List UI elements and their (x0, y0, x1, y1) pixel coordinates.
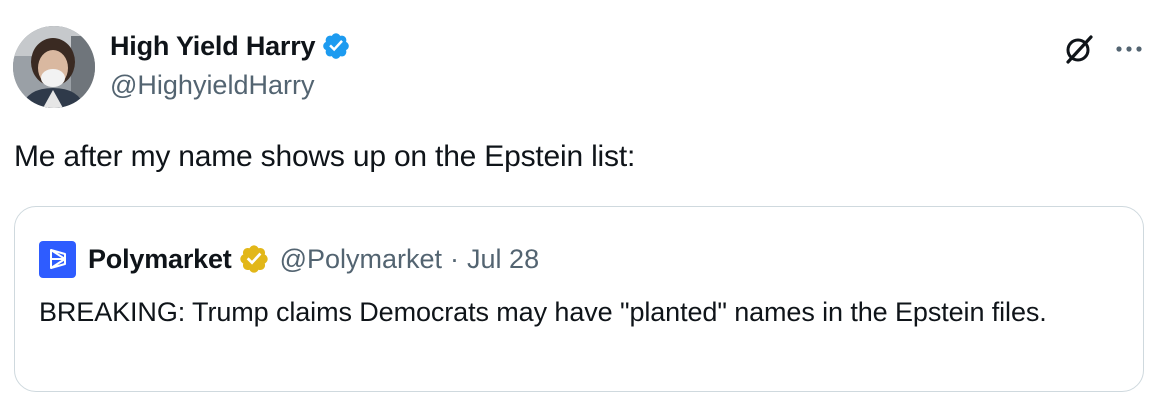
tweet-card: High Yield Harry @HighyieldHarry Me afte… (0, 0, 1166, 412)
quoted-display-name[interactable]: Polymarket (88, 244, 232, 275)
more-options-icon[interactable] (1114, 44, 1144, 54)
quoted-tweet-header: Polymarket @Polymarket · Jul 28 (39, 239, 539, 279)
gold-verified-badge-icon[interactable] (238, 243, 270, 275)
tweet-text: Me after my name shows up on the Epstein… (14, 140, 636, 173)
author-handle[interactable]: @HighyieldHarry (110, 70, 351, 101)
quoted-separator: · (450, 243, 460, 274)
author-display-name[interactable]: High Yield Harry (110, 31, 316, 62)
grok-icon[interactable] (1062, 32, 1096, 66)
author-info: High Yield Harry @HighyieldHarry (110, 28, 351, 101)
quoted-date[interactable]: Jul 28 (467, 244, 539, 275)
quoted-tweet[interactable]: Polymarket @Polymarket · Jul 28 BREAKING… (14, 206, 1144, 392)
tweet-top-actions (1062, 32, 1144, 66)
author-avatar[interactable] (13, 26, 95, 108)
avatar-photo-icon (13, 26, 95, 108)
polymarket-logo-icon[interactable] (39, 240, 76, 278)
quoted-tweet-text: BREAKING: Trump claims Democrats may hav… (39, 297, 1047, 327)
author-name-row: High Yield Harry (110, 28, 351, 64)
verified-badge-icon[interactable] (321, 31, 351, 61)
quoted-handle[interactable]: @Polymarket (280, 244, 442, 275)
